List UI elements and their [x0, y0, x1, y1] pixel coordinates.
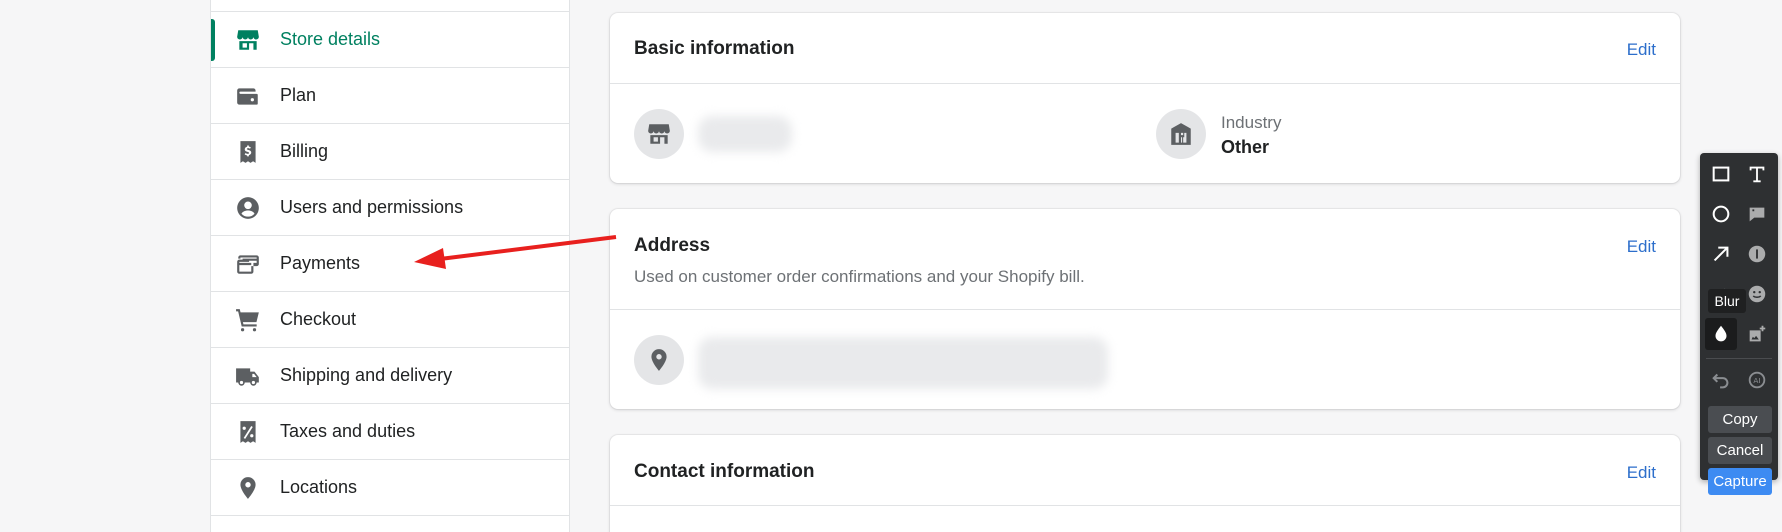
sidebar-item-label: Payments [280, 253, 361, 273]
sidebar-item-store-details[interactable]: Store details [211, 12, 569, 68]
location-pin-icon [651, 349, 667, 371]
tax-receipt-icon [235, 419, 261, 445]
callout-icon[interactable] [1741, 198, 1773, 230]
sidebar-item-label: Locations [280, 477, 358, 497]
sidebar-item-label: Shipping and delivery [280, 365, 453, 385]
address-edit-link[interactable]: Edit [1627, 237, 1656, 257]
card-title: Basic information [634, 38, 795, 59]
sticker-icon[interactable] [1741, 318, 1773, 350]
svg-text:AI: AI [1753, 376, 1760, 385]
ai-icon[interactable]: AI [1741, 364, 1773, 396]
card-divider [610, 83, 1680, 84]
location-pin-icon [235, 475, 261, 501]
card-title: Address [634, 235, 711, 256]
industry-label: Industry [1221, 113, 1282, 132]
wallet-icon [235, 83, 261, 109]
industry-avatar [1156, 109, 1206, 159]
arrow-icon[interactable] [1705, 238, 1737, 270]
sidebar-item-plan[interactable]: Plan [211, 68, 569, 124]
truck-icon [235, 363, 261, 389]
settings-sidebar: Store details Plan Billing Users and per… [210, 0, 570, 532]
active-indicator [211, 19, 215, 61]
card-title: Contact information [634, 461, 815, 482]
sidebar-item-shipping-and-delivery[interactable]: Shipping and delivery [211, 348, 569, 404]
sidebar-item-checkout[interactable]: Checkout [211, 292, 569, 348]
blur-tooltip: Blur [1708, 289, 1746, 313]
copy-button[interactable]: Copy [1708, 406, 1772, 433]
capture-toolbar: AI Copy Cancel Capture [1700, 153, 1778, 495]
store-icon [235, 27, 261, 53]
receipt-icon [235, 139, 261, 165]
number-icon[interactable] [1741, 238, 1773, 270]
store-avatar [634, 109, 684, 159]
sidebar-item-label: Checkout [280, 309, 357, 329]
sidebar-item-taxes-and-duties[interactable]: Taxes and duties [211, 404, 569, 460]
contact-information-card: Contact information Edit [610, 435, 1680, 532]
sidebar-item-payments[interactable]: Payments [211, 236, 569, 292]
address-avatar [634, 335, 684, 385]
capture-button[interactable]: Capture [1708, 468, 1772, 495]
blur-drop-icon[interactable] [1705, 318, 1737, 350]
user-circle-icon [235, 195, 261, 221]
building-icon [1171, 123, 1191, 145]
sidebar-item-label: Taxes and duties [280, 421, 416, 441]
text-icon[interactable] [1741, 158, 1773, 190]
page-background [0, 0, 210, 532]
cancel-button[interactable]: Cancel [1708, 437, 1772, 464]
ellipse-icon[interactable] [1705, 198, 1737, 230]
sidebar-item-billing[interactable]: Billing [211, 124, 569, 180]
rectangle-icon[interactable] [1705, 158, 1737, 190]
sidebar-item-label: Plan [280, 85, 317, 105]
address-subtitle: Used on customer order confirmations and… [634, 267, 1085, 286]
basic-information-card: Basic information Edit Industry Other [610, 13, 1680, 183]
card-divider [610, 309, 1680, 310]
sidebar-item-label: Store details [280, 29, 381, 49]
undo-icon[interactable] [1705, 364, 1737, 396]
blurred-address [698, 337, 1108, 389]
store-icon [648, 124, 670, 144]
blurred-store-name [698, 116, 792, 152]
sidebar-item-locations[interactable]: Locations [211, 460, 569, 516]
contact-edit-link[interactable]: Edit [1627, 463, 1656, 483]
industry-value: Other [1221, 137, 1270, 157]
sidebar-item-users-and-permissions[interactable]: Users and permissions [211, 180, 569, 236]
sidebar-item-label: Users and permissions [280, 197, 464, 217]
card-divider [610, 505, 1680, 506]
basic-info-edit-link[interactable]: Edit [1627, 40, 1656, 60]
sidebar-item-label: Billing [280, 141, 329, 161]
cart-icon [235, 307, 261, 333]
address-card: Address Edit Used on customer order conf… [610, 209, 1680, 409]
toolbar-divider [1706, 358, 1772, 359]
payments-icon [235, 251, 261, 277]
